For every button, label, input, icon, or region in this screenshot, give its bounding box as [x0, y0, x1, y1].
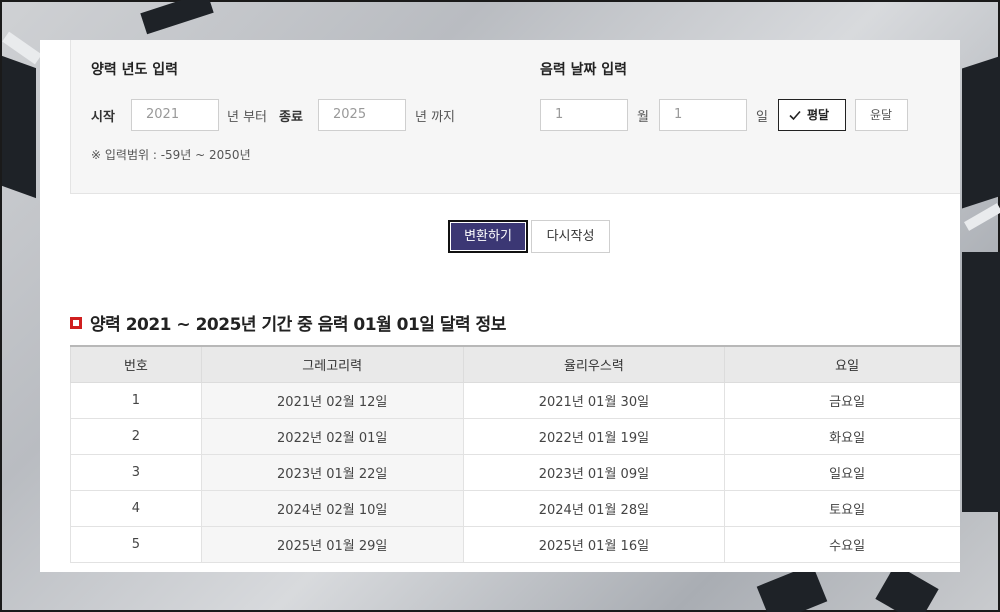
gregorian-date: 2025년 01월 29일	[200, 525, 464, 563]
row-number: 1	[70, 381, 202, 419]
table-header-row: 번호 그레고리력 율리우스력 요일	[70, 345, 960, 383]
background-shape	[140, 0, 214, 35]
table-row: 1 2021년 02월 12일 2021년 01월 30일 금요일	[70, 381, 960, 419]
background-shape	[964, 203, 1000, 231]
column-header: 번호	[70, 345, 202, 383]
range-note: ※ 입력범위 : -59년 ~ 2050년	[91, 148, 251, 162]
gregorian-date: 2024년 02월 10일	[200, 489, 464, 527]
converter-card: 양력 년도 입력 시작 2021 년 부터 종료 2025 년 까지 ※ 입력범…	[40, 40, 960, 572]
weekday: 일요일	[724, 453, 960, 491]
leap-month-button[interactable]: 윤달	[855, 99, 908, 131]
start-label: 시작	[91, 110, 115, 125]
lunar-date-title: 음력 날짜 입력	[540, 62, 628, 78]
until-text: 년 까지	[415, 110, 456, 125]
end-label: 종료	[279, 110, 303, 125]
row-number: 4	[70, 489, 202, 527]
end-year-input[interactable]: 2025	[318, 99, 406, 131]
julian-date: 2025년 01월 16일	[462, 525, 726, 563]
start-year-input[interactable]: 2021	[131, 99, 219, 131]
check-icon	[789, 110, 801, 121]
normal-month-button[interactable]: 평달	[778, 99, 846, 131]
background-shape	[962, 55, 1000, 209]
gregorian-date: 2023년 01월 22일	[200, 453, 464, 491]
julian-date: 2023년 01월 09일	[462, 453, 726, 491]
julian-date: 2021년 01월 30일	[462, 381, 726, 419]
weekday: 수요일	[724, 525, 960, 563]
table-row: 4 2024년 02월 10일 2024년 01월 28일 토요일	[70, 489, 960, 527]
solar-year-title: 양력 년도 입력	[91, 62, 179, 78]
background-shape	[2, 55, 36, 199]
lunar-month-input[interactable]: 1	[540, 99, 628, 131]
reset-button[interactable]: 다시작성	[531, 220, 610, 253]
weekday: 화요일	[724, 417, 960, 455]
column-header: 요일	[724, 345, 960, 383]
day-unit: 일	[756, 110, 768, 125]
background-shape	[962, 252, 1000, 512]
input-panel: 양력 년도 입력 시작 2021 년 부터 종료 2025 년 까지 ※ 입력범…	[70, 40, 960, 194]
julian-date: 2022년 01월 19일	[462, 417, 726, 455]
column-header: 그레고리력	[200, 345, 464, 383]
row-number: 5	[70, 525, 202, 563]
result-title-text: 양력 2021 ~ 2025년 기간 중 음력 01월 01일 달력 정보	[90, 315, 506, 335]
convert-button[interactable]: 변환하기	[448, 220, 528, 253]
column-header: 율리우스력	[462, 345, 726, 383]
table-row: 3 2023년 01월 22일 2023년 01월 09일 일요일	[70, 453, 960, 491]
julian-date: 2024년 01월 28일	[462, 489, 726, 527]
row-number: 3	[70, 453, 202, 491]
title-marker-icon	[70, 316, 82, 329]
table-row: 2 2022년 02월 01일 2022년 01월 19일 화요일	[70, 417, 960, 455]
result-title: 양력 2021 ~ 2025년 기간 중 음력 01월 01일 달력 정보	[70, 310, 506, 335]
normal-month-label: 평달	[807, 108, 830, 122]
result-table: 번호 그레고리력 율리우스력 요일 1 2021년 02월 12일 2021년 …	[70, 345, 960, 563]
gregorian-date: 2021년 02월 12일	[200, 381, 464, 419]
lunar-day-input[interactable]: 1	[659, 99, 747, 131]
weekday: 토요일	[724, 489, 960, 527]
from-text: 년 부터	[227, 110, 268, 125]
month-unit: 월	[637, 110, 649, 125]
gregorian-date: 2022년 02월 01일	[200, 417, 464, 455]
row-number: 2	[70, 417, 202, 455]
table-row: 5 2025년 01월 29일 2025년 01월 16일 수요일	[70, 525, 960, 563]
weekday: 금요일	[724, 381, 960, 419]
